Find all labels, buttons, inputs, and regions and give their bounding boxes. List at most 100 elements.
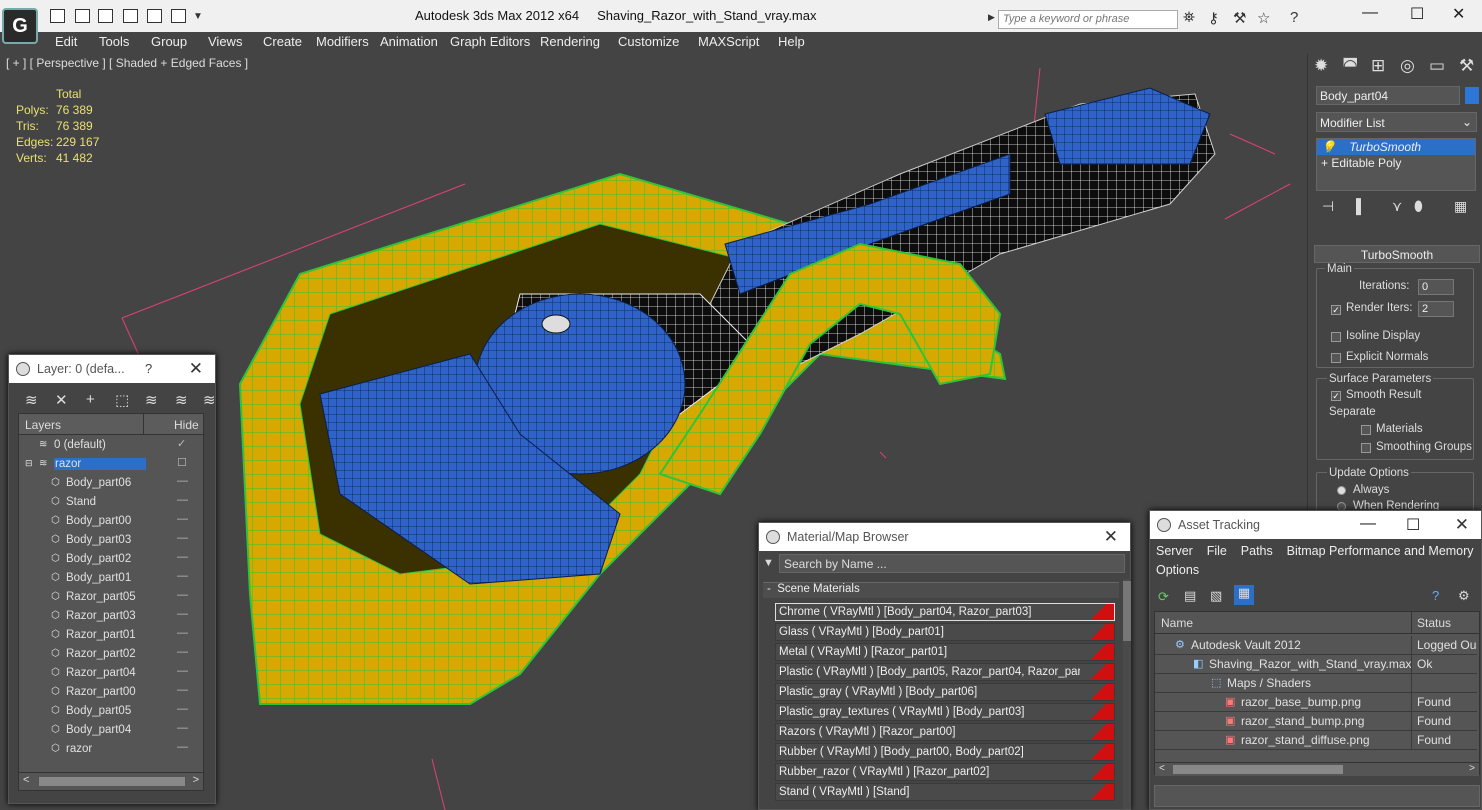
asset-row[interactable]: ▣ razor_base_bump.png Found: [1155, 693, 1477, 712]
app-logo-icon[interactable]: G: [2, 8, 38, 44]
close-button[interactable]: ✕: [1455, 515, 1469, 535]
menu-file[interactable]: File: [1207, 544, 1227, 558]
hide-toggle[interactable]: —: [177, 608, 188, 620]
subscription-icon[interactable]: ⚒: [1233, 9, 1246, 27]
hide-toggle[interactable]: —: [177, 589, 188, 601]
help-icon[interactable]: ?: [1290, 9, 1298, 26]
motion-tab-icon[interactable]: ◎: [1400, 56, 1422, 78]
modifier-list-dropdown[interactable]: Modifier List ⌄: [1316, 112, 1477, 132]
menu-views[interactable]: Views: [208, 34, 242, 49]
asset-path-field[interactable]: [1154, 785, 1480, 807]
close-button[interactable]: ✕: [1104, 527, 1118, 547]
render-iters-checkbox[interactable]: ✓: [1331, 305, 1341, 315]
layer-row[interactable]: ⊟ ≋ razor ☐: [19, 455, 203, 474]
explicit-normals-checkbox[interactable]: [1331, 353, 1341, 363]
layer-row[interactable]: ⬡ Body_part04 —: [19, 721, 203, 740]
isoline-display-checkbox[interactable]: [1331, 332, 1341, 342]
binoculars-icon[interactable]: ⛯: [1183, 9, 1195, 26]
close-button[interactable]: ✕: [189, 359, 203, 379]
key-icon[interactable]: ⚷: [1208, 9, 1219, 27]
layer-row[interactable]: ⬡ Body_part01 —: [19, 569, 203, 588]
object-color-swatch[interactable]: [1465, 87, 1479, 104]
hide-toggle[interactable]: —: [177, 570, 188, 582]
layer-row[interactable]: ⬡ Stand —: [19, 493, 203, 512]
material-row[interactable]: Plastic_gray_textures ( VRayMtl ) [Body_…: [775, 703, 1115, 721]
scrollbar-thumb[interactable]: [1173, 765, 1343, 774]
freeze-all-icon[interactable]: ≋: [203, 391, 216, 409]
layer-row[interactable]: ⬡ Razor_part02 —: [19, 645, 203, 664]
hide-all-icon[interactable]: ≋: [175, 391, 188, 409]
refresh-icon[interactable]: ⟳: [1158, 589, 1169, 605]
list-view-icon[interactable]: ▤: [1184, 588, 1196, 604]
layer-row[interactable]: ⬡ Razor_part05 —: [19, 588, 203, 607]
hide-toggle[interactable]: —: [177, 532, 188, 544]
open-icon[interactable]: [50, 9, 65, 23]
scroll-left-icon[interactable]: <: [1159, 763, 1165, 774]
configure-sets-icon[interactable]: ▦: [1454, 198, 1467, 215]
horizontal-scrollbar[interactable]: < >: [1155, 762, 1479, 776]
close-button[interactable]: ✕: [1452, 4, 1465, 24]
make-unique-icon[interactable]: ⋎: [1392, 198, 1402, 215]
material-row[interactable]: Plastic ( VRayMtl ) [Body_part05, Razor_…: [775, 663, 1115, 681]
object-name-field[interactable]: Body_part04: [1316, 86, 1460, 105]
iterations-spinner[interactable]: 0: [1418, 279, 1454, 295]
hide-toggle[interactable]: —: [177, 741, 188, 753]
viewport-label[interactable]: [ + ] [ Perspective ] [ Shaded + Edged F…: [6, 56, 248, 70]
smoothing-groups-checkbox[interactable]: [1361, 443, 1371, 453]
minimize-button[interactable]: —: [1362, 4, 1378, 22]
menu-group[interactable]: Group: [151, 34, 187, 49]
material-search-input[interactable]: Search by Name ...: [779, 554, 1125, 573]
layer-row[interactable]: ⬡ Razor_part01 —: [19, 626, 203, 645]
help-icon[interactable]: ?: [1432, 588, 1439, 603]
hide-toggle[interactable]: —: [177, 722, 188, 734]
display-tab-icon[interactable]: ▭: [1429, 56, 1451, 78]
options-dropdown-icon[interactable]: ▼: [763, 557, 774, 569]
save-icon[interactable]: [75, 9, 90, 23]
menu-edit[interactable]: Edit: [55, 34, 77, 49]
redo-icon[interactable]: [171, 9, 186, 23]
material-row[interactable]: Plastic_gray ( VRayMtl ) [Body_part06]: [775, 683, 1115, 701]
scrollbar-thumb[interactable]: [1123, 581, 1131, 641]
col-layers-header[interactable]: Layers: [25, 418, 61, 432]
menu-help[interactable]: Help: [778, 34, 805, 49]
layer-row[interactable]: ⬡ razor —: [19, 740, 203, 759]
material-row[interactable]: Glass ( VRayMtl ) [Body_part01]: [775, 623, 1115, 641]
stack-item-editable-poly[interactable]: + Editable Poly: [1317, 155, 1475, 171]
menu-create[interactable]: Create: [263, 34, 302, 49]
vertical-scrollbar[interactable]: [1123, 579, 1131, 809]
expand-plus-icon[interactable]: +: [1321, 156, 1328, 170]
hierarchy-tab-icon[interactable]: ⊞: [1371, 56, 1393, 78]
create-layer-icon[interactable]: ≋: [25, 391, 38, 409]
hide-toggle[interactable]: —: [177, 475, 188, 487]
layer-row[interactable]: ⬡ Body_part03 —: [19, 531, 203, 550]
always-radio[interactable]: [1337, 486, 1346, 495]
layer-row[interactable]: ⬡ Body_part05 —: [19, 702, 203, 721]
hide-toggle[interactable]: —: [177, 513, 188, 525]
menu-server[interactable]: Server: [1156, 544, 1193, 558]
col-hide-header[interactable]: Hide: [174, 418, 199, 432]
material-row[interactable]: Metal ( VRayMtl ) [Razor_part01]: [775, 643, 1115, 661]
hide-toggle[interactable]: —: [177, 494, 188, 506]
menu-tools[interactable]: Tools: [99, 34, 129, 49]
undo-icon[interactable]: [147, 9, 162, 23]
asset-row[interactable]: ▣ razor_stand_bump.png Found: [1155, 712, 1477, 731]
hide-toggle[interactable]: ☐: [177, 456, 187, 469]
render-iters-spinner[interactable]: 2: [1418, 301, 1454, 317]
layer-row[interactable]: ⬡ Body_part00 —: [19, 512, 203, 531]
scroll-right-icon[interactable]: >: [193, 774, 199, 786]
menu-paths[interactable]: Paths: [1241, 544, 1273, 558]
delete-layer-icon[interactable]: ✕: [55, 391, 68, 409]
stack-item-turbosmooth[interactable]: 💡 TurboSmooth: [1317, 139, 1475, 155]
search-input[interactable]: Type a keyword or phrase: [998, 10, 1178, 29]
material-row[interactable]: Rubber ( VRayMtl ) [Body_part00, Body_pa…: [775, 743, 1115, 761]
asset-row[interactable]: ◧ Shaving_Razor_with_Stand_vray.max Ok: [1155, 655, 1477, 674]
modify-tab-icon[interactable]: ◚: [1342, 56, 1364, 78]
asset-row[interactable]: ⚙ Autodesk Vault 2012 Logged Ou: [1155, 636, 1477, 655]
materials-checkbox[interactable]: [1361, 425, 1371, 435]
current-layer-check-icon[interactable]: ✓: [177, 437, 186, 450]
menu-rendering[interactable]: Rendering: [540, 34, 600, 49]
pin-stack-icon[interactable]: ⊣: [1322, 198, 1334, 215]
vault-icon[interactable]: ⚙: [1458, 588, 1470, 604]
asset-row[interactable]: ⬚ Maps / Shaders: [1155, 674, 1477, 693]
collapse-icon[interactable]: ⊟: [25, 458, 33, 469]
